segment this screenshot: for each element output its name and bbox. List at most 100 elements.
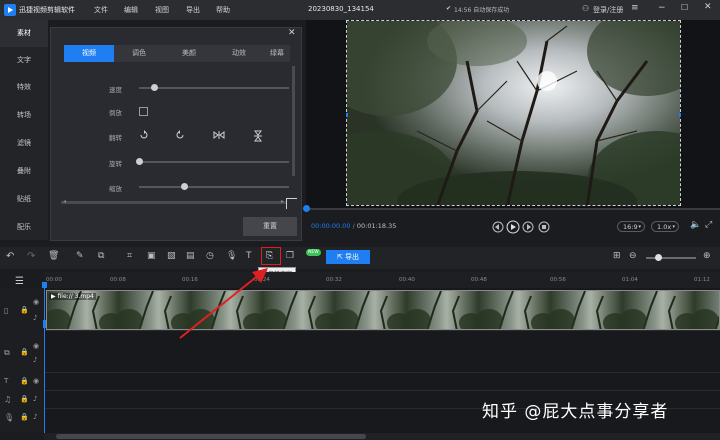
rotate-left-icon[interactable] [139, 130, 149, 140]
zoom-slider-knob[interactable] [655, 254, 662, 261]
minimize-icon[interactable]: − [658, 3, 666, 13]
delete-icon[interactable]: 🗑 [48, 251, 62, 265]
playhead-handle[interactable] [42, 282, 47, 288]
trim-icon[interactable]: ⧉ [98, 251, 112, 265]
mute-icon[interactable]: ♪ [33, 356, 37, 364]
flip-horizontal-icon[interactable] [213, 130, 225, 140]
scroll-right-icon[interactable]: ▸ [281, 198, 284, 205]
mute-icon[interactable]: ♪ [33, 395, 37, 403]
timeline-scrollbar-thumb[interactable] [56, 434, 366, 439]
menu-help[interactable]: 帮助 [216, 5, 230, 15]
zoom-out-icon[interactable]: ⊖ [629, 251, 643, 265]
visibility-icon[interactable]: ◉ [33, 342, 39, 350]
sidebar-item-overlay[interactable]: 叠附 [0, 158, 48, 185]
crop-icon[interactable]: ⌗ [127, 251, 141, 265]
mute-icon[interactable]: ♪ [33, 314, 37, 322]
lock-icon[interactable]: 🔒 [20, 395, 29, 403]
scale-label: 缩放 [109, 185, 122, 193]
playback-progress-track[interactable] [306, 208, 720, 210]
split-icon[interactable]: ✎ [76, 251, 90, 265]
login-link[interactable]: 登录/注册 [593, 5, 623, 15]
sidebar-item-filters[interactable]: 滤镜 [0, 130, 48, 157]
resize-corner-icon[interactable] [286, 198, 297, 209]
play-icon[interactable] [506, 220, 520, 234]
clip-label: ▶ file:// 3.mp4 [49, 293, 96, 300]
crop-handle-left[interactable] [346, 113, 348, 117]
rotation-slider-track[interactable] [139, 161, 289, 163]
visibility-icon[interactable]: ◉ [33, 298, 39, 306]
sidebar-item-text[interactable]: 文字 [0, 47, 48, 74]
video-clip[interactable]: ▶ file:// 3.mp4 [46, 290, 720, 330]
menu-edit[interactable]: 编辑 [124, 5, 138, 15]
user-icon: ⚇ [582, 4, 590, 13]
panel-close-icon[interactable]: ✕ [288, 28, 296, 38]
lock-icon[interactable]: 🔒 [20, 377, 29, 385]
menu-view[interactable]: 视图 [155, 5, 169, 15]
copy-icon[interactable]: ❐ [286, 251, 300, 265]
add-track-icon[interactable]: ☰ [15, 276, 24, 287]
close-icon[interactable]: ✕ [704, 2, 712, 12]
lock-icon[interactable]: 🔒 [20, 306, 29, 314]
rotate-right-icon[interactable] [175, 130, 185, 140]
autosave-check-icon: ✔ [446, 5, 452, 12]
flip-vertical-icon[interactable] [253, 130, 263, 142]
total-time: 00:01:18.35 [356, 222, 397, 230]
crop-handle-right[interactable] [679, 113, 681, 117]
redo-icon[interactable]: ↷ [27, 251, 41, 265]
tab-color[interactable]: 调色 [114, 45, 164, 62]
undo-icon[interactable]: ↶ [6, 251, 20, 265]
zoom-slider-track[interactable] [646, 257, 696, 259]
tick-label: 00:48 [471, 277, 487, 283]
sidebar-item-effects[interactable]: 特效 [0, 74, 48, 101]
lock-icon[interactable]: 🔒 [20, 413, 29, 421]
playback-progress-knob[interactable] [303, 205, 310, 212]
speed-dropdown-icon: ▾ [672, 224, 675, 230]
speed-slider-track[interactable] [139, 87, 289, 89]
current-time: 00:00:00.00 [311, 222, 351, 230]
export-button[interactable]: ⇱ 导出 [326, 250, 370, 264]
maximize-icon[interactable]: ☐ [681, 3, 688, 12]
next-frame-icon[interactable] [522, 221, 534, 233]
aspect-ratio-select[interactable]: 16:9 ▾ [617, 221, 645, 232]
menu-icon[interactable]: ≡ [631, 3, 639, 13]
property-panel: ✕ 视频 调色 美颜 动效 绿幕 速度 倒放 翻转 旋转 缩放 ◂ ▸ 重置 [50, 27, 302, 241]
fullscreen-icon[interactable]: ⤢ [705, 220, 712, 230]
volume-icon[interactable]: 🔈 [690, 220, 701, 230]
tab-motion[interactable]: 动效 [214, 45, 264, 62]
tab-greenscreen[interactable]: 绿幕 [264, 45, 290, 62]
tab-beauty[interactable]: 美颜 [164, 45, 214, 62]
previous-frame-icon[interactable] [492, 221, 504, 233]
menu-file[interactable]: 文件 [94, 5, 108, 15]
sidebar-item-transitions[interactable]: 转场 [0, 102, 48, 129]
stop-icon[interactable] [538, 221, 550, 233]
mute-icon[interactable]: ♪ [33, 413, 37, 421]
freeze-frame-icon[interactable]: ▣ [147, 251, 161, 265]
scale-slider-knob[interactable] [180, 183, 188, 190]
zoom-in-icon[interactable]: ⊕ [703, 251, 717, 265]
sidebar-item-media[interactable]: 素材 [0, 20, 48, 47]
speed-slider-knob[interactable] [150, 84, 158, 91]
scale-slider-track[interactable] [139, 186, 289, 188]
playhead-line[interactable] [44, 288, 45, 433]
tab-video[interactable]: 视频 [64, 45, 114, 62]
aspect-ratio-value: 16:9 [623, 223, 638, 231]
lock-icon[interactable]: 🔒 [20, 348, 29, 356]
visibility-icon[interactable]: ◉ [33, 377, 39, 385]
rotation-slider-knob[interactable] [135, 158, 143, 165]
reverse-checkbox[interactable] [139, 107, 148, 116]
reset-button[interactable]: 重置 [243, 217, 297, 236]
scroll-left-icon[interactable]: ◂ [63, 198, 66, 205]
fit-timeline-icon[interactable]: ⊞ [613, 251, 627, 265]
sidebar-item-music[interactable]: 配乐 [0, 214, 48, 241]
video-preview[interactable] [346, 20, 681, 206]
panel-scrollbar[interactable] [292, 66, 295, 176]
sidebar-item-stickers[interactable]: 贴纸 [0, 186, 48, 213]
reverse-label: 倒放 [109, 109, 122, 117]
clip-trim-handle[interactable] [43, 320, 46, 328]
playback-speed-select[interactable]: 1.0x ▾ [651, 221, 679, 232]
tick-label: 01:04 [622, 277, 638, 283]
track-divider [44, 372, 720, 373]
menu-export[interactable]: 导出 [186, 5, 200, 15]
timeline-ruler[interactable]: 00:00 00:08 00:16 00:24 00:32 00:40 00:4… [44, 272, 720, 288]
panel-hscrollbar[interactable] [61, 201, 287, 204]
